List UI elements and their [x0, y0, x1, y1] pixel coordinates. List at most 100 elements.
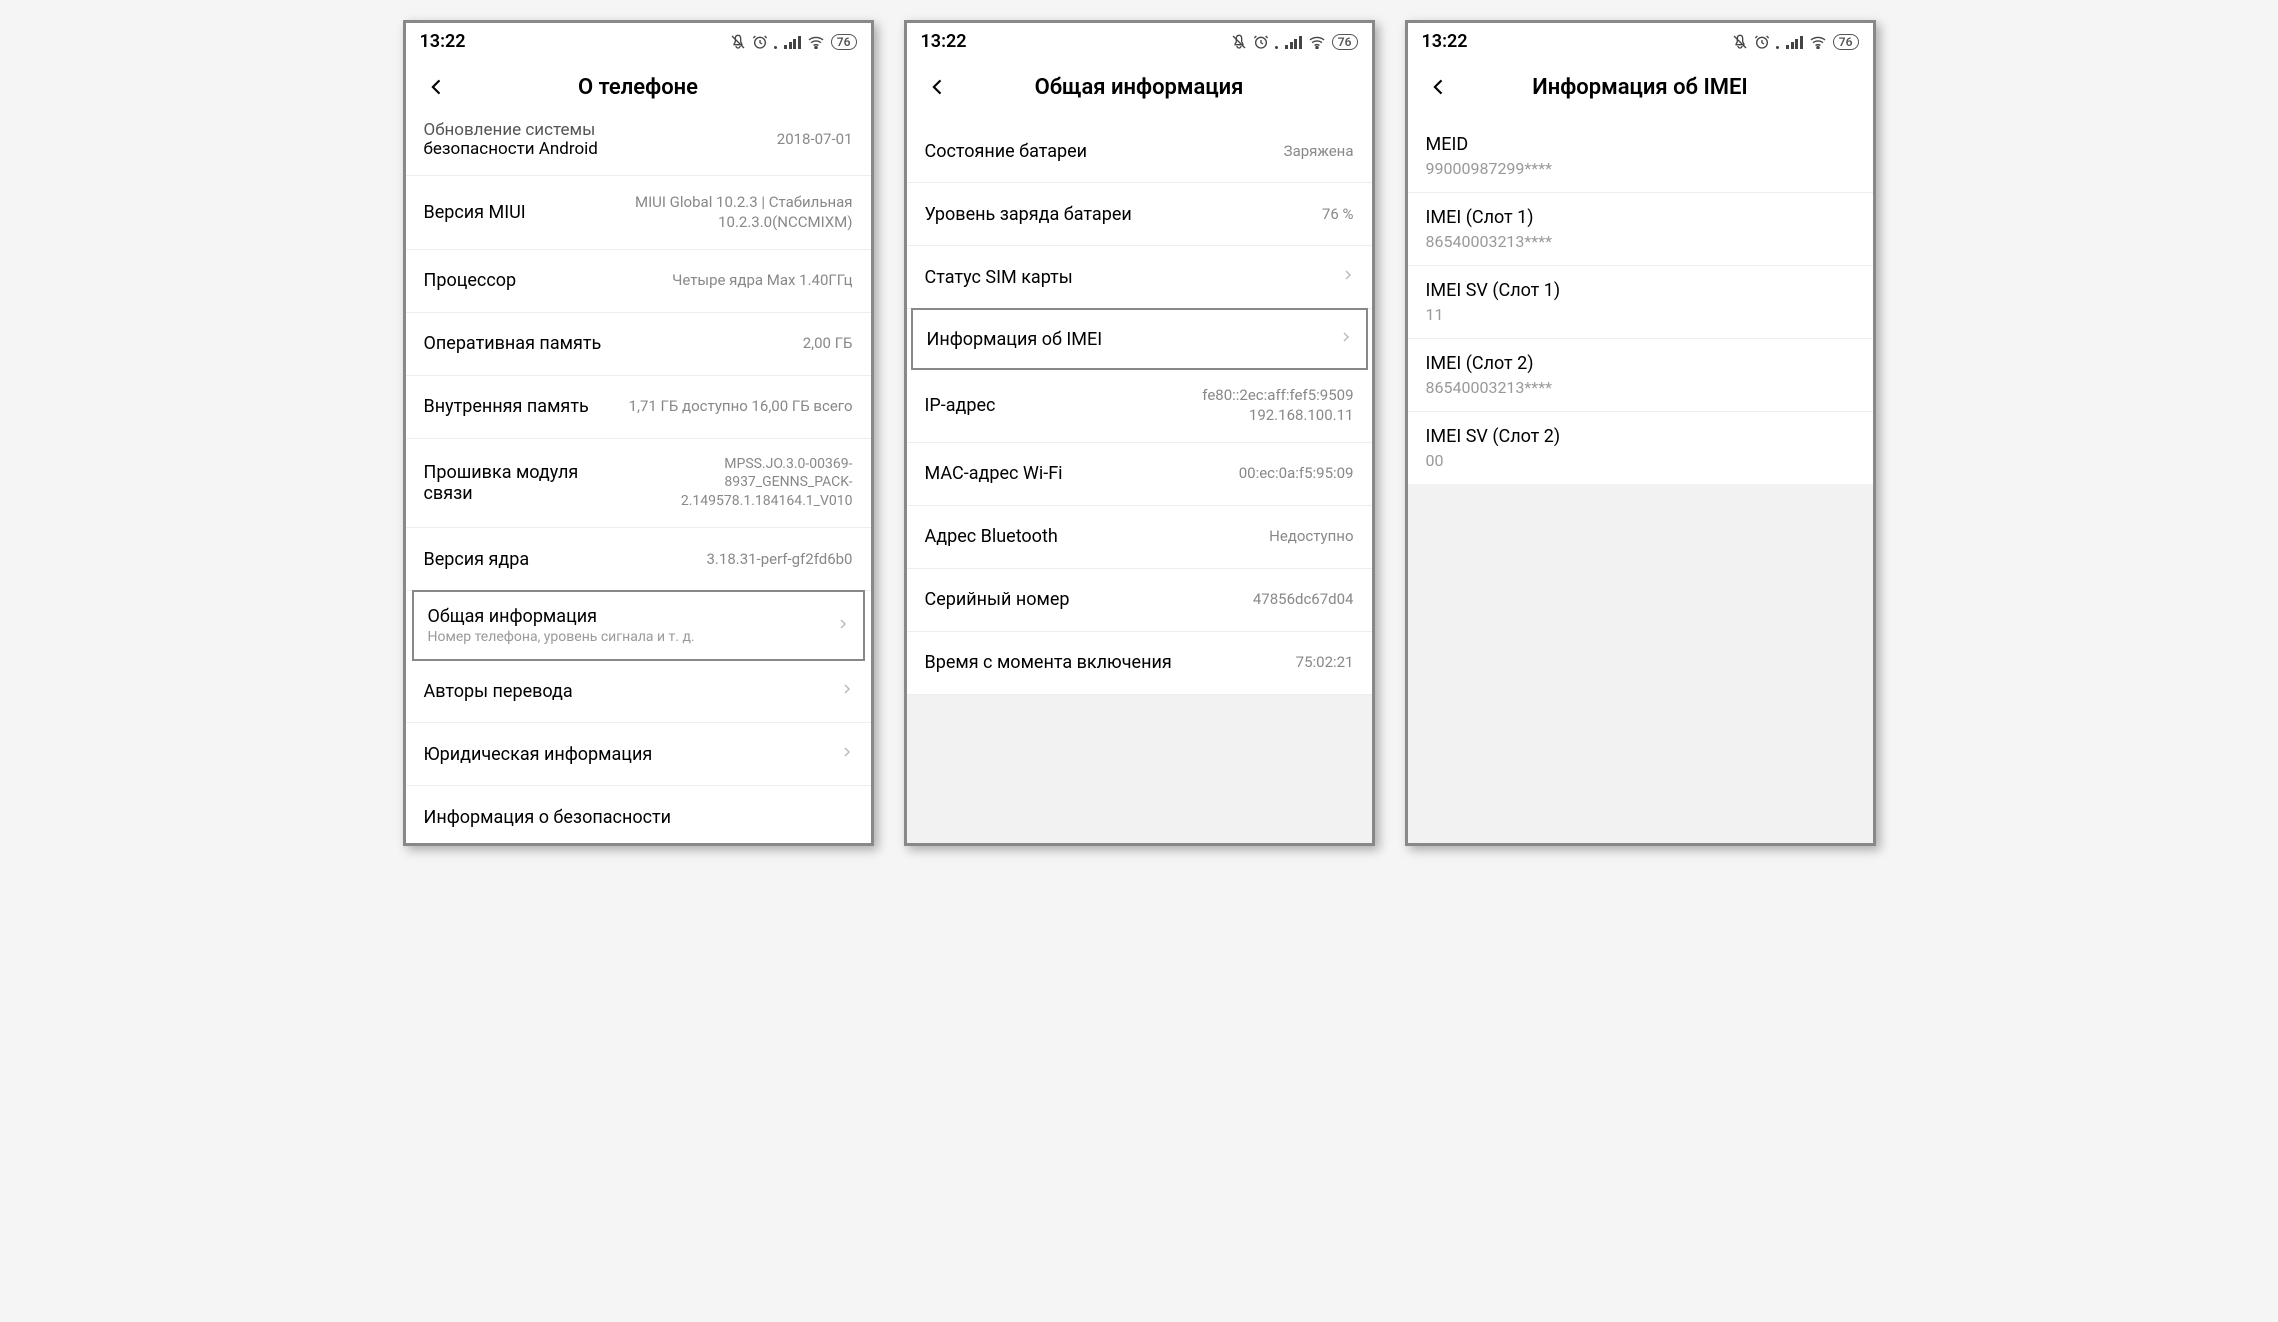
row-value: 86540003213****: [1426, 378, 1855, 397]
row-label: Время с момента включения: [925, 652, 1296, 673]
row-label: Процессор: [424, 270, 673, 291]
row-battery-level[interactable]: Уровень заряда батареи 76 %: [907, 183, 1372, 246]
status-bar: 13:22 76: [406, 23, 871, 58]
battery-indicator: 76: [1332, 34, 1358, 50]
row-ip-address[interactable]: IP-адрес fe80::2ec:aff:fef5:9509 192.168…: [907, 369, 1372, 443]
battery-indicator: 76: [831, 34, 857, 50]
row-bluetooth-address[interactable]: Адрес Bluetooth Недоступно: [907, 506, 1372, 569]
row-cpu[interactable]: Процессор Четыре ядра Мах 1.40ГГц: [406, 250, 871, 313]
row-serial-number[interactable]: Серийный номер 47856dc67d04: [907, 569, 1372, 632]
alarm-icon: [1253, 34, 1269, 50]
chevron-right-icon: [841, 744, 853, 764]
status-time: 13:22: [420, 31, 466, 52]
empty-area: [1408, 484, 1873, 843]
row-value: 75:02:21: [1296, 652, 1354, 672]
phone-screen-about: 13:22 76 О телефоне Обновление системыбе…: [403, 20, 874, 846]
back-button[interactable]: [1424, 72, 1454, 102]
row-value: 86540003213****: [1426, 232, 1855, 251]
empty-area: [907, 695, 1372, 844]
signal-dot: [1776, 46, 1779, 49]
status-icons: 76: [730, 34, 856, 50]
row-label: Уровень заряда батареи: [925, 204, 1322, 225]
wifi-icon: [807, 35, 825, 49]
row-label: Общая информация: [428, 606, 827, 627]
row-safety-info[interactable]: Информация о безопасности: [406, 786, 871, 843]
signal-icon: [1285, 35, 1302, 49]
row-label: Версия ядра: [424, 549, 707, 570]
row-imei-sv-slot1[interactable]: IMEI SV (Слот 1) 11: [1408, 266, 1873, 339]
row-label: Авторы перевода: [424, 681, 831, 702]
back-button[interactable]: [422, 72, 452, 102]
row-value: Заряжена: [1284, 141, 1354, 161]
alarm-icon: [1754, 34, 1770, 50]
row-translators[interactable]: Авторы перевода: [406, 660, 871, 723]
row-label: Статус SIM карты: [925, 267, 1332, 288]
row-imei-slot1[interactable]: IMEI (Слот 1) 86540003213****: [1408, 193, 1873, 266]
row-label: Информация о безопасности: [424, 807, 853, 828]
signal-icon: [1786, 35, 1803, 49]
row-kernel[interactable]: Версия ядра 3.18.31-perf-gf2fd6b0: [406, 528, 871, 591]
status-icons: 76: [1231, 34, 1357, 50]
header: О телефоне: [406, 58, 871, 120]
row-uptime[interactable]: Время с момента включения 75:02:21: [907, 632, 1372, 695]
row-label: безопасности Android: [424, 139, 777, 159]
row-value: 1,71 ГБ доступно 16,00 ГБ всего: [629, 396, 853, 416]
status-list: Состояние батареи Заряжена Уровень заряд…: [907, 120, 1372, 843]
row-storage[interactable]: Внутренняя память 1,71 ГБ доступно 16,00…: [406, 376, 871, 439]
row-label: MEID: [1426, 134, 1855, 155]
row-label: IMEI SV (Слот 2): [1426, 426, 1855, 447]
chevron-right-icon: [1340, 329, 1352, 349]
row-mac-address[interactable]: MAC-адрес Wi-Fi 00:ec:0a:f5:95:09: [907, 443, 1372, 506]
row-imei-slot2[interactable]: IMEI (Слот 2) 86540003213****: [1408, 339, 1873, 412]
row-value: 11: [1426, 305, 1855, 324]
row-imei-sv-slot2[interactable]: IMEI SV (Слот 2) 00: [1408, 412, 1873, 484]
signal-dot: [774, 46, 777, 49]
row-ram[interactable]: Оперативная память 2,00 ГБ: [406, 313, 871, 376]
row-value: 47856dc67d04: [1253, 589, 1354, 609]
row-label: IMEI (Слот 1): [1426, 207, 1855, 228]
chevron-right-icon: [1342, 267, 1354, 287]
row-value: 2,00 ГБ: [803, 333, 853, 353]
chevron-left-icon: [928, 77, 948, 97]
row-label: IP-адрес: [925, 395, 1118, 416]
status-bar: 13:22 76: [907, 23, 1372, 58]
row-value: Недоступно: [1269, 526, 1353, 546]
row-label: Прошивка модуля связи: [424, 462, 617, 504]
row-miui-version[interactable]: Версия MIUI MIUI Global 10.2.3 | Стабиль…: [406, 176, 871, 250]
row-all-specs[interactable]: Общая информация Номер телефона, уровень…: [412, 590, 865, 661]
row-legal[interactable]: Юридическая информация: [406, 723, 871, 786]
row-label: Юридическая информация: [424, 744, 831, 765]
header: Общая информация: [907, 58, 1372, 120]
row-label: IMEI (Слот 2): [1426, 353, 1855, 374]
status-time: 13:22: [921, 31, 967, 52]
row-value: 00:ec:0a:f5:95:09: [1239, 463, 1354, 483]
row-security-update[interactable]: Обновление системыбезопасности Android 2…: [406, 120, 871, 176]
mute-icon: [1231, 34, 1247, 50]
chevron-left-icon: [427, 77, 447, 97]
status-time: 13:22: [1422, 31, 1468, 52]
chevron-right-icon: [837, 616, 849, 636]
row-label: Состояние батареи: [925, 141, 1284, 162]
row-baseband[interactable]: Прошивка модуля связи MPSS.JO.3.0-00369-…: [406, 439, 871, 529]
row-battery-status[interactable]: Состояние батареи Заряжена: [907, 120, 1372, 183]
row-sim-status[interactable]: Статус SIM карты: [907, 246, 1372, 309]
imei-list: MEID 99000987299**** IMEI (Слот 1) 86540…: [1408, 120, 1873, 843]
mute-icon: [1732, 34, 1748, 50]
row-label: Адрес Bluetooth: [925, 526, 1270, 547]
wifi-icon: [1809, 35, 1827, 49]
row-value: MIUI Global 10.2.3 | Стабильная 10.2.3.0…: [617, 192, 853, 233]
wifi-icon: [1308, 35, 1326, 49]
status-icons: 76: [1732, 34, 1858, 50]
back-button[interactable]: [923, 72, 953, 102]
row-value: fe80::2ec:aff:fef5:9509 192.168.100.11: [1118, 385, 1354, 426]
row-label-cut: Обновление системы: [424, 120, 777, 140]
header: Информация об IMEI: [1408, 58, 1873, 120]
row-value: MPSS.JO.3.0-00369-8937_GENNS_PACK-2.1495…: [617, 455, 853, 512]
row-value: 2018-07-01: [777, 129, 853, 149]
row-label: Серийный номер: [925, 589, 1253, 610]
row-imei-info[interactable]: Информация об IMEI: [911, 308, 1368, 370]
phone-screen-imei: 13:22 76 Информация об IMEI MEID 9900098…: [1405, 20, 1876, 846]
phone-screen-status: 13:22 76 Общая информация Состояние бата…: [904, 20, 1375, 846]
row-label: MAC-адрес Wi-Fi: [925, 463, 1239, 484]
row-meid[interactable]: MEID 99000987299****: [1408, 120, 1873, 193]
